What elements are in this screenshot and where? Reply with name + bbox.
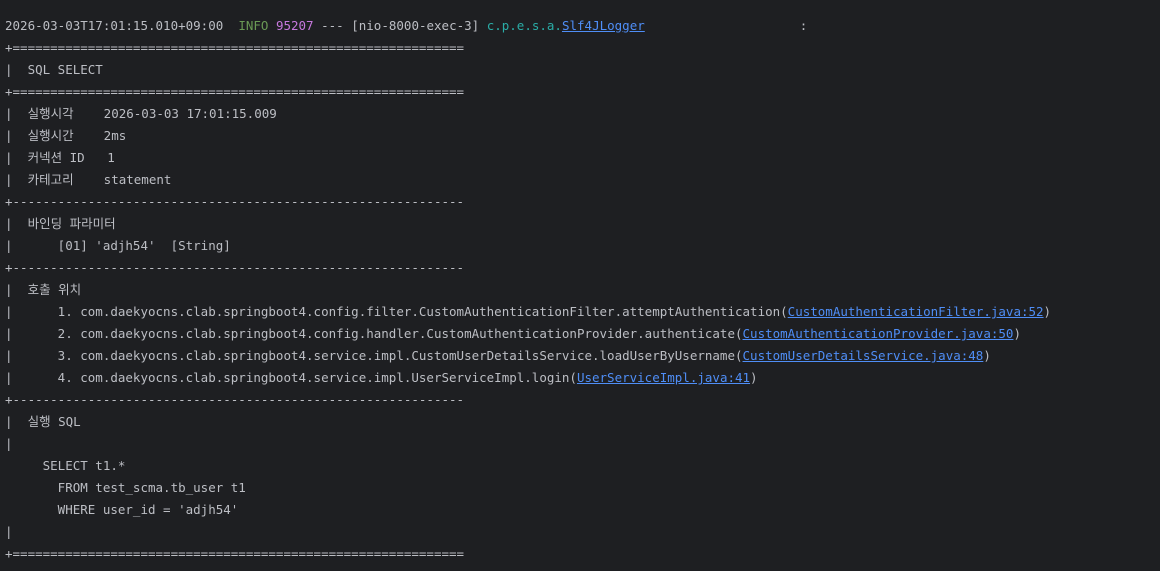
meta-connection-id: | 커넥션 ID 1 — [5, 150, 115, 165]
log-timestamp: 2026-03-03T17:01:15.010+09:00 — [5, 18, 224, 33]
stack-frame-close: ) — [1043, 304, 1052, 319]
stack-frame-text: | 1. com.daekyocns.clab.springboot4.conf… — [5, 304, 788, 319]
source-link[interactable]: CustomUserDetailsService.java:48 — [743, 348, 984, 363]
double-border-title: +=======================================… — [5, 84, 465, 99]
binding-param: | [01] 'adjh54' [String] — [5, 238, 231, 253]
source-link[interactable]: CustomAuthenticationProvider.java:50 — [743, 326, 1014, 341]
sql-line-select: SELECT t1.* — [5, 458, 126, 473]
stack-frame: | 4. com.daekyocns.clab.springboot4.serv… — [5, 367, 758, 389]
stack-frame: | 2. com.daekyocns.clab.springboot4.conf… — [5, 323, 1021, 345]
double-border-top: +=======================================… — [5, 40, 465, 55]
source-link[interactable]: UserServiceImpl.java:41 — [577, 370, 750, 385]
sql-pipe-top: | — [5, 436, 13, 451]
stack-frame: | 1. com.daekyocns.clab.springboot4.conf… — [5, 301, 1051, 323]
sql-pipe-bottom: | — [5, 524, 13, 539]
sql-line-from: FROM test_scma.tb_user t1 — [5, 480, 246, 495]
source-link[interactable]: CustomAuthenticationFilter.java:52 — [788, 304, 1044, 319]
double-border-bottom: +=======================================… — [5, 546, 465, 561]
log-logger-class-link[interactable]: Slf4JLogger — [562, 18, 645, 33]
stack-frame-close: ) — [1013, 326, 1021, 341]
single-border-call: +---------------------------------------… — [5, 392, 465, 407]
stack-frame-close: ) — [750, 370, 758, 385]
log-logger-prefix: c.p.e.s.a. — [486, 18, 562, 33]
sql-line-where: WHERE user_id = 'adjh54' — [5, 502, 239, 517]
stack-frame: | 3. com.daekyocns.clab.springboot4.serv… — [5, 345, 991, 367]
stack-frame-text: | 4. com.daekyocns.clab.springboot4.serv… — [5, 370, 577, 385]
log-colon: : — [799, 18, 808, 33]
meta-executed-at: | 실행시각 2026-03-03 17:01:15.009 — [5, 106, 277, 121]
stack-frame-close: ) — [983, 348, 991, 363]
stack-frame-text: | 3. com.daekyocns.clab.springboot4.serv… — [5, 348, 743, 363]
call-location-heading: | 호출 위치 — [5, 282, 82, 297]
console-output: 2026-03-03T17:01:15.010+09:00 INFO 95207… — [0, 0, 1160, 571]
log-pid: 95207 — [275, 18, 314, 33]
log-thread: [nio-8000-exec-3] — [351, 18, 480, 33]
log-level: INFO — [238, 18, 269, 33]
binding-heading: | 바인딩 파라미터 — [5, 216, 116, 231]
log-header-line: 2026-03-03T17:01:15.010+09:00 INFO 95207… — [5, 15, 807, 37]
log-separator: --- — [321, 18, 344, 33]
stack-frame-text: | 2. com.daekyocns.clab.springboot4.conf… — [5, 326, 743, 341]
single-border-meta: +---------------------------------------… — [5, 194, 465, 209]
meta-category: | 카테고리 statement — [5, 172, 172, 187]
sql-type-title: | SQL SELECT — [5, 62, 103, 77]
meta-duration: | 실행시간 2ms — [5, 128, 127, 143]
sql-heading: | 실행 SQL — [5, 414, 81, 429]
single-border-binding: +---------------------------------------… — [5, 260, 465, 275]
